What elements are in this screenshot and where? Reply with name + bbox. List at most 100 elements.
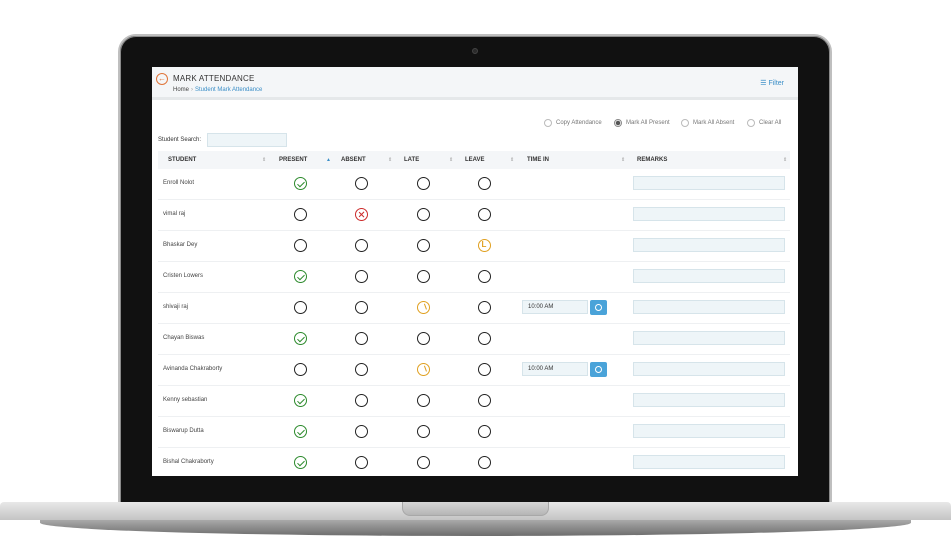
column-time-in[interactable]: TIME IN bbox=[527, 157, 549, 163]
late-radio[interactable] bbox=[417, 363, 430, 376]
present-radio[interactable] bbox=[294, 301, 307, 314]
absent-radio[interactable] bbox=[355, 301, 368, 314]
remarks-input[interactable] bbox=[633, 331, 785, 345]
column-student[interactable]: STUDENT bbox=[168, 157, 196, 163]
table-row: Enroll Nolot bbox=[158, 169, 790, 200]
column-absent[interactable]: ABSENT bbox=[341, 157, 366, 163]
breadcrumb-current: Student Mark Attendance bbox=[195, 87, 263, 93]
table-row: shivaji raj 10:00 AM bbox=[158, 293, 790, 324]
mark-all-absent-option[interactable]: Mark All Absent bbox=[681, 119, 734, 127]
present-radio[interactable] bbox=[294, 239, 307, 252]
late-radio[interactable] bbox=[417, 270, 430, 283]
absent-radio[interactable] bbox=[355, 177, 368, 190]
filter-button[interactable]: ☰ Filter bbox=[760, 79, 784, 87]
late-radio[interactable] bbox=[417, 208, 430, 221]
clock-icon[interactable] bbox=[590, 362, 607, 377]
student-name: Bishal Chakraborty bbox=[163, 459, 214, 465]
present-radio[interactable] bbox=[294, 425, 307, 438]
page-title: MARK ATTENDANCE bbox=[173, 74, 255, 83]
laptop-notch bbox=[402, 502, 549, 516]
student-search-input[interactable] bbox=[207, 133, 287, 147]
filter-label: Filter bbox=[768, 80, 784, 87]
radio-icon bbox=[544, 119, 552, 127]
table-row: Kenny sebastian bbox=[158, 386, 790, 417]
absent-radio[interactable] bbox=[355, 456, 368, 469]
student-name: Chayan Biswas bbox=[163, 335, 205, 341]
attendance-table: STUDENT ⇕ PRESENT ▲ ABSENT ⇕ LATE ⇕ LEAV… bbox=[158, 151, 790, 476]
present-radio[interactable] bbox=[294, 270, 307, 283]
leave-radio[interactable] bbox=[478, 394, 491, 407]
laptop-base bbox=[0, 502, 951, 541]
absent-radio[interactable] bbox=[355, 270, 368, 283]
late-radio[interactable] bbox=[417, 456, 430, 469]
sort-icon[interactable]: ⇕ bbox=[783, 157, 787, 163]
sort-icon[interactable]: ⇕ bbox=[262, 157, 266, 163]
absent-radio[interactable] bbox=[355, 239, 368, 252]
leave-radio[interactable] bbox=[478, 208, 491, 221]
leave-radio[interactable] bbox=[478, 425, 491, 438]
radio-icon bbox=[747, 119, 755, 127]
leave-radio[interactable] bbox=[478, 332, 491, 345]
student-name: shivaji raj bbox=[163, 304, 189, 310]
webcam-icon bbox=[472, 48, 478, 54]
breadcrumb-home[interactable]: Home bbox=[173, 87, 189, 93]
table-row: vimal raj bbox=[158, 200, 790, 231]
attendance-toolbar: Copy Attendance Mark All Present Mark Al… bbox=[152, 119, 798, 131]
remarks-input[interactable] bbox=[633, 424, 785, 438]
absent-radio[interactable] bbox=[355, 425, 368, 438]
leave-radio[interactable] bbox=[478, 301, 491, 314]
copy-attendance-option[interactable]: Copy Attendance bbox=[544, 119, 602, 127]
table-row: Avinanda Chakraborty 10:00 AM bbox=[158, 355, 790, 386]
remarks-input[interactable] bbox=[633, 207, 785, 221]
late-radio[interactable] bbox=[417, 332, 430, 345]
column-remarks[interactable]: REMARKS bbox=[637, 157, 667, 163]
leave-radio[interactable] bbox=[478, 270, 491, 283]
remarks-input[interactable] bbox=[633, 269, 785, 283]
remarks-input[interactable] bbox=[633, 362, 785, 376]
late-radio[interactable] bbox=[417, 394, 430, 407]
table-row: Bhaskar Dey bbox=[158, 231, 790, 262]
remarks-input[interactable] bbox=[633, 300, 785, 314]
student-name: Enroll Nolot bbox=[163, 180, 195, 186]
absent-radio[interactable] bbox=[355, 208, 368, 221]
present-radio[interactable] bbox=[294, 456, 307, 469]
present-radio[interactable] bbox=[294, 363, 307, 376]
sort-icon[interactable]: ⇕ bbox=[449, 157, 453, 163]
late-radio[interactable] bbox=[417, 177, 430, 190]
late-radio[interactable] bbox=[417, 301, 430, 314]
sort-asc-icon[interactable]: ▲ bbox=[326, 157, 331, 163]
student-name: vimal raj bbox=[163, 211, 186, 217]
time-in-input[interactable]: 10:00 AM bbox=[522, 362, 588, 376]
remarks-input[interactable] bbox=[633, 238, 785, 252]
time-in-input[interactable]: 10:00 AM bbox=[522, 300, 588, 314]
absent-radio[interactable] bbox=[355, 363, 368, 376]
column-present[interactable]: PRESENT bbox=[279, 157, 307, 163]
clock-icon[interactable] bbox=[590, 300, 607, 315]
sort-icon[interactable]: ⇕ bbox=[388, 157, 392, 163]
absent-radio[interactable] bbox=[355, 394, 368, 407]
back-arrow-icon[interactable]: ← bbox=[156, 73, 168, 85]
sort-icon[interactable]: ⇕ bbox=[621, 157, 625, 163]
present-radio[interactable] bbox=[294, 394, 307, 407]
absent-radio[interactable] bbox=[355, 332, 368, 345]
table-row: Chayan Biswas bbox=[158, 324, 790, 355]
table-body: Enroll Nolot vimal raj Bhaskar Dey Cristen … bbox=[158, 169, 790, 476]
clear-all-option[interactable]: Clear All bbox=[747, 119, 781, 127]
leave-radio[interactable] bbox=[478, 363, 491, 376]
column-late[interactable]: LATE bbox=[404, 157, 419, 163]
present-radio[interactable] bbox=[294, 177, 307, 190]
late-radio[interactable] bbox=[417, 425, 430, 438]
remarks-input[interactable] bbox=[633, 176, 785, 190]
column-leave[interactable]: LEAVE bbox=[465, 157, 485, 163]
leave-radio[interactable] bbox=[478, 177, 491, 190]
remarks-input[interactable] bbox=[633, 393, 785, 407]
present-radio[interactable] bbox=[294, 208, 307, 221]
present-radio[interactable] bbox=[294, 332, 307, 345]
mark-all-present-option[interactable]: Mark All Present bbox=[614, 119, 670, 127]
late-radio[interactable] bbox=[417, 239, 430, 252]
breadcrumb: Home › Student Mark Attendance bbox=[173, 87, 263, 93]
sort-icon[interactable]: ⇕ bbox=[510, 157, 514, 163]
leave-radio[interactable] bbox=[478, 456, 491, 469]
remarks-input[interactable] bbox=[633, 455, 785, 469]
leave-radio[interactable] bbox=[478, 239, 491, 252]
